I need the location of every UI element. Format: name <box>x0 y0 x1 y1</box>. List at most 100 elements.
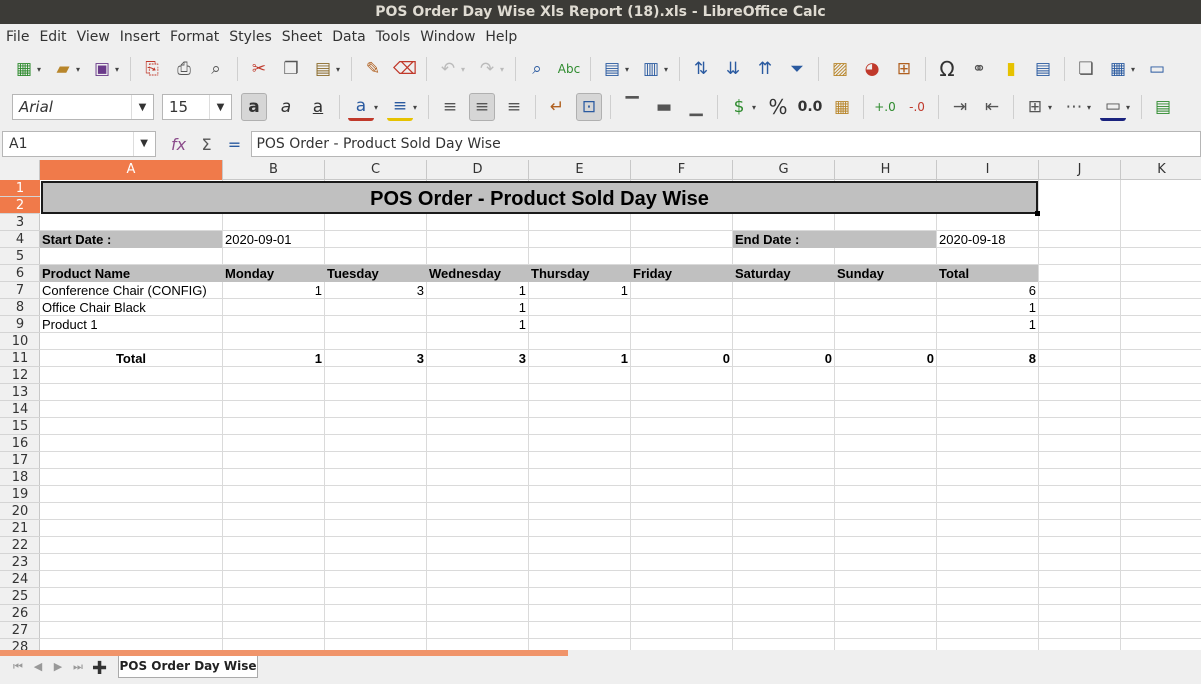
header-tuesday[interactable]: Tuesday <box>325 265 426 282</box>
header-product-name[interactable]: Product Name <box>40 265 222 282</box>
background-color-icon[interactable]: ≡ <box>387 93 413 121</box>
increase-indent-icon[interactable]: ⇥ <box>947 93 973 121</box>
selection-fill-handle[interactable] <box>1035 211 1040 216</box>
redo-dropdown-icon[interactable]: ▾ <box>500 65 508 74</box>
product-total-cell[interactable]: 1 <box>937 316 1038 333</box>
product-value-cell[interactable] <box>631 299 732 316</box>
product-value-cell[interactable]: 1 <box>427 316 528 333</box>
special-character-icon[interactable]: Ω <box>934 55 960 83</box>
column-header-k[interactable]: K <box>1121 160 1201 180</box>
product-value-cell[interactable] <box>835 316 936 333</box>
spelling-icon[interactable]: Abc <box>556 55 582 83</box>
row-header[interactable]: 15 <box>0 418 40 435</box>
row-header[interactable]: 23 <box>0 554 40 571</box>
wrap-text-icon[interactable]: ↵ <box>544 93 570 121</box>
header-sunday[interactable]: Sunday <box>835 265 936 282</box>
product-value-cell[interactable] <box>325 299 426 316</box>
row-header[interactable]: 26 <box>0 605 40 622</box>
print-icon[interactable]: ⎙ <box>171 55 197 83</box>
freeze-rows-columns-icon[interactable]: ▦ <box>1105 55 1131 83</box>
menu-tools[interactable]: Tools <box>376 29 411 45</box>
row-header[interactable]: 8 <box>0 299 40 316</box>
grand-total-cell[interactable]: 8 <box>937 350 1038 367</box>
last-sheet-icon[interactable]: ⏭ <box>68 660 88 674</box>
row-header[interactable]: 7 <box>0 282 40 299</box>
totals-label[interactable]: Total <box>40 350 222 367</box>
decrease-indent-icon[interactable]: ⇤ <box>979 93 1005 121</box>
export-pdf-icon[interactable]: ⎘ <box>139 55 165 83</box>
total-cell[interactable]: 1 <box>223 350 324 367</box>
product-name-cell[interactable]: Conference Chair (CONFIG) <box>40 282 222 299</box>
end-date-label[interactable]: End Date : <box>733 231 936 248</box>
product-value-cell[interactable]: 1 <box>427 299 528 316</box>
border-style-icon[interactable]: ⋯ <box>1061 93 1087 121</box>
product-total-cell[interactable]: 1 <box>937 299 1038 316</box>
add-decimal-icon[interactable]: +.0 <box>872 93 898 121</box>
clone-formatting-icon[interactable]: ✎ <box>360 55 386 83</box>
product-value-cell[interactable] <box>835 299 936 316</box>
print-preview-icon[interactable]: ⌕ <box>203 55 229 83</box>
border-color-dropdown-icon[interactable]: ▾ <box>1126 103 1134 112</box>
header-friday[interactable]: Friday <box>631 265 732 282</box>
menu-insert[interactable]: Insert <box>120 29 160 45</box>
align-top-icon[interactable]: ▔ <box>619 93 645 121</box>
column-header-d[interactable]: D <box>427 160 529 180</box>
font-color-icon[interactable]: a <box>348 93 374 121</box>
row-header[interactable]: 17 <box>0 452 40 469</box>
merge-center-icon[interactable]: ⊡ <box>576 93 602 121</box>
freeze-dropdown-icon[interactable]: ▾ <box>1131 65 1139 74</box>
delete-decimal-icon[interactable]: -.0 <box>904 93 930 121</box>
font-name-dropdown-icon[interactable]: ▼ <box>131 95 153 119</box>
header-saturday[interactable]: Saturday <box>733 265 834 282</box>
product-value-cell[interactable] <box>223 299 324 316</box>
column-header-a[interactable]: A <box>40 160 223 180</box>
row-header[interactable]: 10 <box>0 333 40 350</box>
header-total[interactable]: Total <box>937 265 1038 282</box>
product-name-cell[interactable]: Office Chair Black <box>40 299 222 316</box>
align-left-icon[interactable]: ≡ <box>437 93 463 121</box>
pivot-table-icon[interactable]: ⊞ <box>891 55 917 83</box>
report-title-cell[interactable]: POS Order - Product Sold Day Wise <box>41 181 1038 214</box>
formula-input[interactable]: POS Order - Product Sold Day Wise <box>251 131 1201 157</box>
background-color-dropdown-icon[interactable]: ▾ <box>413 103 421 112</box>
row-header[interactable]: 22 <box>0 537 40 554</box>
borders-icon[interactable]: ⊞ <box>1022 93 1048 121</box>
row-header[interactable]: 24 <box>0 571 40 588</box>
open-dropdown-icon[interactable]: ▾ <box>76 65 84 74</box>
menu-format[interactable]: Format <box>170 29 219 45</box>
column-header-c[interactable]: C <box>325 160 427 180</box>
total-cell[interactable]: 0 <box>631 350 732 367</box>
product-value-cell[interactable] <box>631 316 732 333</box>
row-header[interactable]: 19 <box>0 486 40 503</box>
row-header[interactable]: 21 <box>0 520 40 537</box>
row-header[interactable]: 12 <box>0 367 40 384</box>
product-value-cell[interactable]: 1 <box>223 282 324 299</box>
product-value-cell[interactable]: 1 <box>529 282 630 299</box>
font-size-dropdown-icon[interactable]: ▼ <box>209 95 231 119</box>
row-header[interactable]: 6 <box>0 265 40 282</box>
product-value-cell[interactable]: 3 <box>325 282 426 299</box>
header-monday[interactable]: Monday <box>223 265 324 282</box>
column-header-j[interactable]: J <box>1039 160 1121 180</box>
row-header[interactable]: 25 <box>0 588 40 605</box>
total-cell[interactable]: 3 <box>325 350 426 367</box>
font-color-dropdown-icon[interactable]: ▾ <box>374 103 382 112</box>
product-value-cell[interactable] <box>733 282 834 299</box>
number-format-icon[interactable]: 0.0 <box>797 93 823 121</box>
align-bottom-icon[interactable]: ▁ <box>683 93 709 121</box>
italic-icon[interactable]: a <box>273 93 299 121</box>
undo-dropdown-icon[interactable]: ▾ <box>461 65 469 74</box>
product-value-cell[interactable] <box>733 316 834 333</box>
row-header[interactable]: 4 <box>0 231 40 248</box>
function-wizard-icon[interactable]: fx <box>166 131 192 157</box>
header-wednesday[interactable]: Wednesday <box>427 265 528 282</box>
add-sheet-icon[interactable]: ✚ <box>92 658 107 679</box>
currency-format-icon[interactable]: $ <box>726 93 752 121</box>
border-style-dropdown-icon[interactable]: ▾ <box>1087 103 1095 112</box>
product-value-cell[interactable] <box>325 316 426 333</box>
open-folder-icon[interactable]: ▰ <box>50 55 76 83</box>
column-icon[interactable]: ▥ <box>638 55 664 83</box>
paste-icon[interactable]: ▤ <box>310 55 336 83</box>
column-header-f[interactable]: F <box>631 160 733 180</box>
border-color-icon[interactable]: ▭ <box>1100 93 1126 121</box>
